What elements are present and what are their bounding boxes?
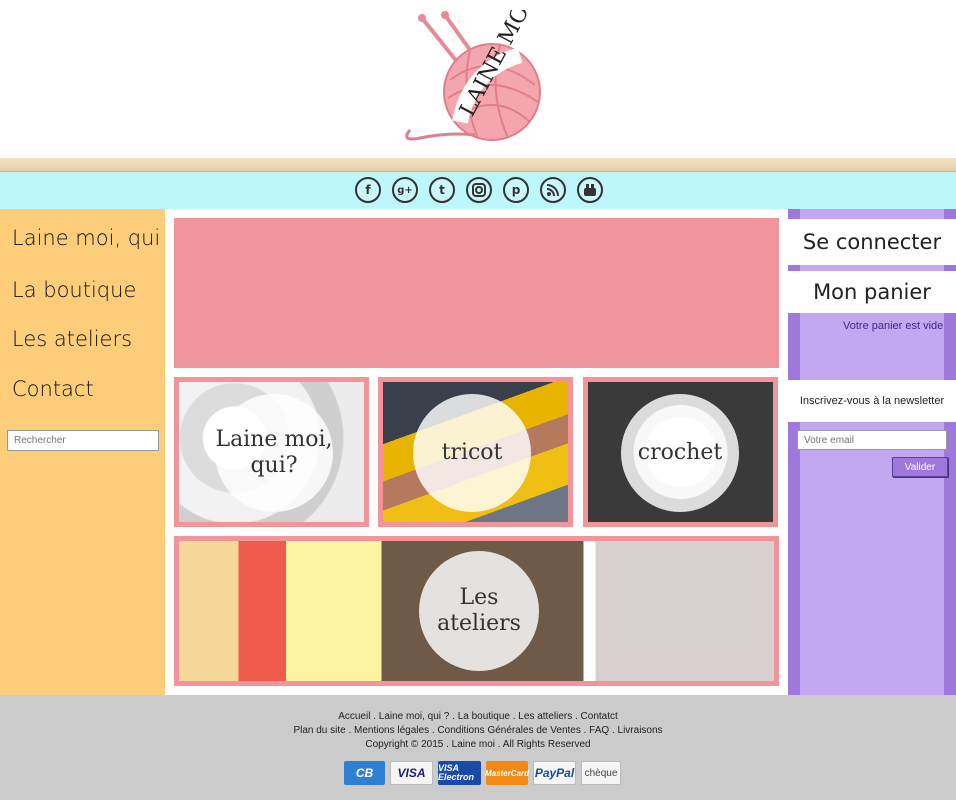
newsletter-submit-button[interactable]: Valider — [892, 457, 948, 477]
tile-tricot-label: tricot — [413, 394, 531, 512]
footer-links-main[interactable]: Accueil . Laine moi, qui ? . La boutique… — [0, 711, 956, 722]
cart-button[interactable]: Mon panier — [788, 271, 956, 313]
banner-slider — [174, 218, 779, 368]
payment-visa: VISA — [390, 761, 433, 785]
footer: Accueil . Laine moi, qui ? . La boutique… — [0, 695, 956, 800]
nav-item-contact[interactable]: Contact — [12, 377, 94, 401]
tile-les-ateliers[interactable]: Les ateliers — [174, 536, 779, 686]
main-content: Laine moi, qui? tricot crochet Les ateli… — [165, 209, 788, 695]
payment-paypal: PayPal — [533, 761, 576, 785]
tile-tricot[interactable]: tricot — [378, 377, 573, 527]
cart-empty-text: Votre panier est vide — [843, 320, 944, 332]
tumblr-icon[interactable]: t — [429, 177, 455, 203]
header: LAINE MOI — [0, 0, 956, 160]
payment-cb: CB — [344, 761, 385, 785]
search-input[interactable] — [7, 430, 159, 451]
nav-item-laine-moi-qui[interactable]: Laine moi, qui — [12, 226, 160, 250]
instagram-icon[interactable] — [466, 177, 492, 203]
tile-laine-image: Laine moi, qui? — [179, 382, 364, 522]
tile-ateliers-label: Les ateliers — [419, 551, 539, 671]
tile-crochet-image: crochet — [588, 382, 773, 522]
pinterest-icon[interactable]: p — [503, 177, 529, 203]
rss-icon[interactable] — [540, 177, 566, 203]
payment-visa-electron: VISA Electron — [438, 761, 481, 785]
tile-tricot-image: tricot — [383, 382, 568, 522]
google-plus-icon[interactable]: g+ — [392, 177, 418, 203]
payment-mastercard: MasterCard — [485, 761, 529, 785]
nav-item-les-ateliers[interactable]: Les ateliers — [12, 327, 132, 351]
social-bar: f g+ t p — [0, 172, 956, 209]
login-button[interactable]: Se connecter — [788, 219, 956, 265]
payment-cheque: chèque — [581, 761, 621, 785]
footer-links-legal[interactable]: Plan du site . Mentions légales . Condit… — [0, 725, 956, 736]
tile-laine-moi-qui[interactable]: Laine moi, qui? — [174, 377, 369, 527]
youtube-icon[interactable] — [577, 177, 603, 203]
footer-copyright: Copyright © 2015 . Laine moi . All Right… — [365, 739, 591, 750]
tile-laine-label: Laine moi, qui? — [215, 394, 333, 512]
needle-divider — [0, 158, 956, 172]
right-sidebar: Se connecter Mon panier Votre panier est… — [788, 209, 956, 695]
facebook-icon[interactable]: f — [355, 177, 381, 203]
tile-crochet[interactable]: crochet — [583, 377, 778, 527]
email-field[interactable] — [797, 430, 947, 450]
payment-methods: CB VISA VISA Electron MasterCard PayPal … — [344, 761, 621, 785]
newsletter-title: Inscrivez-vous à la newsletter — [788, 380, 956, 422]
tile-ateliers-image: Les ateliers — [179, 541, 774, 681]
tile-crochet-label: crochet — [621, 394, 739, 512]
nav-item-la-boutique[interactable]: La boutique — [12, 278, 136, 302]
left-sidebar: Laine moi, qui La boutique Les ateliers … — [0, 209, 165, 695]
logo-yarn-ball[interactable]: LAINE MOI — [400, 10, 560, 150]
